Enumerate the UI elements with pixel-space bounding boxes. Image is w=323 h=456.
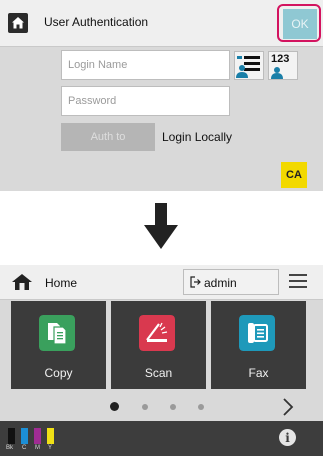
info-icon[interactable]: i	[279, 429, 296, 446]
copy-tile[interactable]: Copy	[11, 301, 106, 389]
home-header: Home admin	[0, 265, 323, 300]
scan-icon	[139, 315, 175, 351]
page-title: Home	[45, 276, 78, 290]
down-arrow-icon	[144, 203, 178, 249]
page-title: User Authentication	[44, 15, 149, 29]
page-dot-3[interactable]	[170, 404, 176, 410]
page-dot-2[interactable]	[142, 404, 148, 410]
toner-yellow-label: Y	[48, 445, 53, 451]
home-icon[interactable]	[12, 274, 32, 290]
logout-user-button[interactable]: admin	[183, 269, 279, 295]
ok-button[interactable]: OK	[283, 9, 317, 39]
user-number-button[interactable]: 123	[268, 51, 298, 80]
home-icon[interactable]	[8, 13, 28, 33]
copy-icon	[39, 315, 75, 351]
password-field[interactable]: Password	[61, 86, 230, 116]
copy-label: Copy	[44, 366, 73, 380]
toner-cyan-label: C	[22, 445, 27, 451]
ca-button[interactable]: CA	[281, 162, 307, 188]
next-page-icon[interactable]	[281, 397, 295, 417]
toner-black-level	[8, 428, 15, 444]
user-list-button[interactable]	[234, 51, 264, 80]
fax-icon	[239, 315, 275, 351]
logout-icon	[190, 276, 201, 288]
fax-tile[interactable]: Fax	[211, 301, 306, 389]
toner-cyan-level	[21, 428, 28, 444]
home-screen-panel: Home admin Copy Scan Fax Bk C M Y i	[0, 265, 323, 456]
auth-to-button[interactable]: Auth to	[61, 123, 155, 151]
toner-magenta-label: M	[35, 445, 40, 451]
login-locally-label[interactable]: Login Locally	[162, 130, 232, 144]
auth-header: User Authentication OK	[0, 0, 323, 47]
user-name-label: admin	[204, 276, 237, 290]
page-dot-4[interactable]	[198, 404, 204, 410]
user-number-icon	[271, 67, 283, 79]
page-dot-1[interactable]	[110, 402, 119, 411]
toner-black-label: Bk	[6, 445, 14, 451]
menu-icon[interactable]	[289, 273, 307, 289]
user-authentication-panel: User Authentication OK Login Name Passwo…	[0, 0, 323, 191]
login-name-field[interactable]: Login Name	[61, 50, 230, 80]
user-list-icon	[236, 56, 260, 78]
scan-label: Scan	[144, 366, 173, 380]
status-bar: Bk C M Y i	[0, 421, 323, 456]
toner-magenta-level	[34, 428, 41, 444]
toner-yellow-level	[47, 428, 54, 444]
fax-label: Fax	[248, 366, 269, 380]
scan-tile[interactable]: Scan	[111, 301, 206, 389]
